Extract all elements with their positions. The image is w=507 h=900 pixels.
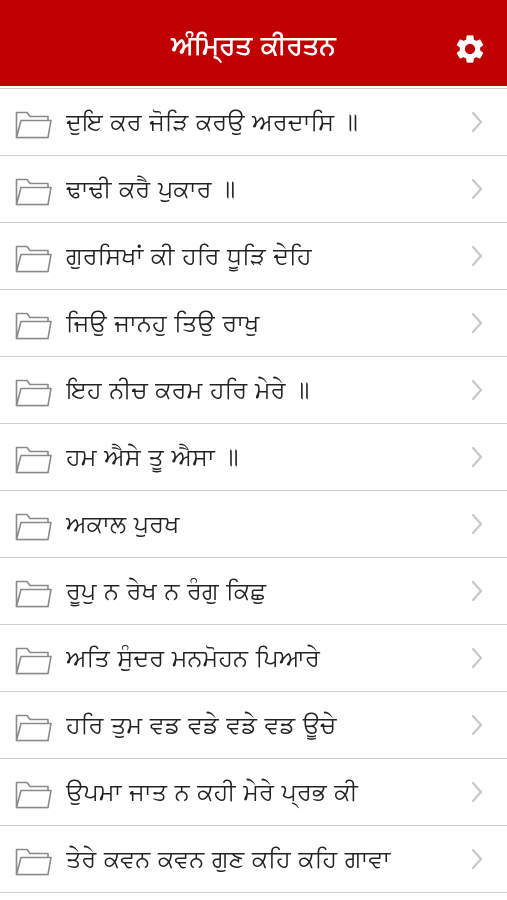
chevron-right-icon: [471, 312, 483, 334]
list-item-label: ਰੂਪੁ ਨ ਰੇਖ ਨ ਰੰਗੁ ਕਿਛੁ: [66, 577, 267, 605]
list-item-label: ਉਪਮਾ ਜਾਤ ਨ ਕਹੀ ਮੇਰੇ ਪ੍ਰਭ ਕੀ: [66, 778, 358, 806]
list-item-8[interactable]: ਰੂਪੁ ਨ ਰੇਖ ਨ ਰੰਗੁ ਕਿਛੁ: [0, 558, 507, 625]
list-item-12[interactable]: ਤੇਰੇ ਕਵਨ ਕਵਨ ਗੁਣ ਕਹਿ ਕਹਿ ਗਾਵਾ: [0, 826, 507, 893]
folder-icon: [15, 245, 52, 273]
list-item-7[interactable]: ਅਕਾਲ ਪੁਰਖ: [0, 491, 507, 558]
page-title: ਅੰਮ੍ਰਿਤ ਕੀਰਤਨ: [171, 31, 336, 61]
chevron-right-icon: [471, 245, 483, 267]
folder-icon: [15, 580, 52, 608]
folder-icon: [15, 781, 52, 809]
folder-icon: [15, 513, 52, 541]
list-item-label: ਹਰਿ ਤੁਮ ਵਡ ਵਡੇ ਵਡੇ ਵਡ ਊਚੇ: [66, 711, 337, 739]
chevron-right-icon: [471, 781, 483, 803]
list-item-label: ਅਕਾਲ ਪੁਰਖ: [66, 510, 180, 538]
shabad-list: ਦੁਇ ਕਰ ਜੋੜਿ ਕਰਉ ਅਰਦਾਸਿ ॥ ਢਾਢੀ ਕਰੈ ਪੁਕਾਰ …: [0, 88, 507, 893]
list-item-3[interactable]: ਗੁਰਸਿਖਾਂ ਕੀ ਹਰਿ ਧੂੜਿ ਦੇਹਿ: [0, 223, 507, 290]
list-item-11[interactable]: ਉਪਮਾ ਜਾਤ ਨ ਕਹੀ ਮੇਰੇ ਪ੍ਰਭ ਕੀ: [0, 759, 507, 826]
list-item-10[interactable]: ਹਰਿ ਤੁਮ ਵਡ ਵਡੇ ਵਡੇ ਵਡ ਊਚੇ: [0, 692, 507, 759]
chevron-right-icon: [471, 848, 483, 870]
list-item-1[interactable]: ਦੁਇ ਕਰ ਜੋੜਿ ਕਰਉ ਅਰਦਾਸਿ ॥: [0, 88, 507, 156]
chevron-right-icon: [471, 446, 483, 468]
list-item-label: ਹਮ ਐਸੇ ਤੂ ਐਸਾ ॥: [66, 443, 239, 471]
list-item-label: ਇਹ ਨੀਚ ਕਰਮ ਹਰਿ ਮੇਰੇ ॥: [66, 376, 310, 404]
list-item-label: ਜਿਉ ਜਾਨਹੁ ਤਿਉ ਰਾਖੁ: [66, 309, 260, 337]
folder-icon: [15, 714, 52, 742]
list-item-4[interactable]: ਜਿਉ ਜਾਨਹੁ ਤਿਉ ਰਾਖੁ: [0, 290, 507, 357]
folder-icon: [15, 848, 52, 876]
list-item-6[interactable]: ਹਮ ਐਸੇ ਤੂ ਐਸਾ ॥: [0, 424, 507, 491]
folder-icon: [15, 312, 52, 340]
list-item-label: ਦੁਇ ਕਰ ਜੋੜਿ ਕਰਉ ਅਰਦਾਸਿ ॥: [66, 108, 358, 136]
chevron-right-icon: [471, 513, 483, 535]
list-item-label: ਤੇਰੇ ਕਵਨ ਕਵਨ ਗੁਣ ਕਹਿ ਕਹਿ ਗਾਵਾ: [66, 845, 391, 873]
folder-icon: [15, 379, 52, 407]
folder-icon: [15, 111, 52, 139]
list-item-9[interactable]: ਅਤਿ ਸੁੰਦਰ ਮਨਮੋਹਨ ਪਿਆਰੇ: [0, 625, 507, 692]
gear-icon[interactable]: [453, 32, 487, 66]
folder-icon: [15, 178, 52, 206]
chevron-right-icon: [471, 580, 483, 602]
chevron-right-icon: [471, 178, 483, 200]
folder-icon: [15, 446, 52, 474]
folder-icon: [15, 647, 52, 675]
app-header: ਅੰਮ੍ਰਿਤ ਕੀਰਤਨ: [0, 0, 507, 86]
list-item-label: ਗੁਰਸਿਖਾਂ ਕੀ ਹਰਿ ਧੂੜਿ ਦੇਹਿ: [66, 242, 312, 270]
list-item-2[interactable]: ਢਾਢੀ ਕਰੈ ਪੁਕਾਰ ॥: [0, 156, 507, 223]
chevron-right-icon: [471, 714, 483, 736]
chevron-right-icon: [471, 647, 483, 669]
list-item-label: ਅਤਿ ਸੁੰਦਰ ਮਨਮੋਹਨ ਪਿਆਰੇ: [66, 644, 320, 672]
list-item-label: ਢਾਢੀ ਕਰੈ ਪੁਕਾਰ ॥: [66, 175, 236, 203]
chevron-right-icon: [471, 111, 483, 133]
list-item-5[interactable]: ਇਹ ਨੀਚ ਕਰਮ ਹਰਿ ਮੇਰੇ ॥: [0, 357, 507, 424]
chevron-right-icon: [471, 379, 483, 401]
